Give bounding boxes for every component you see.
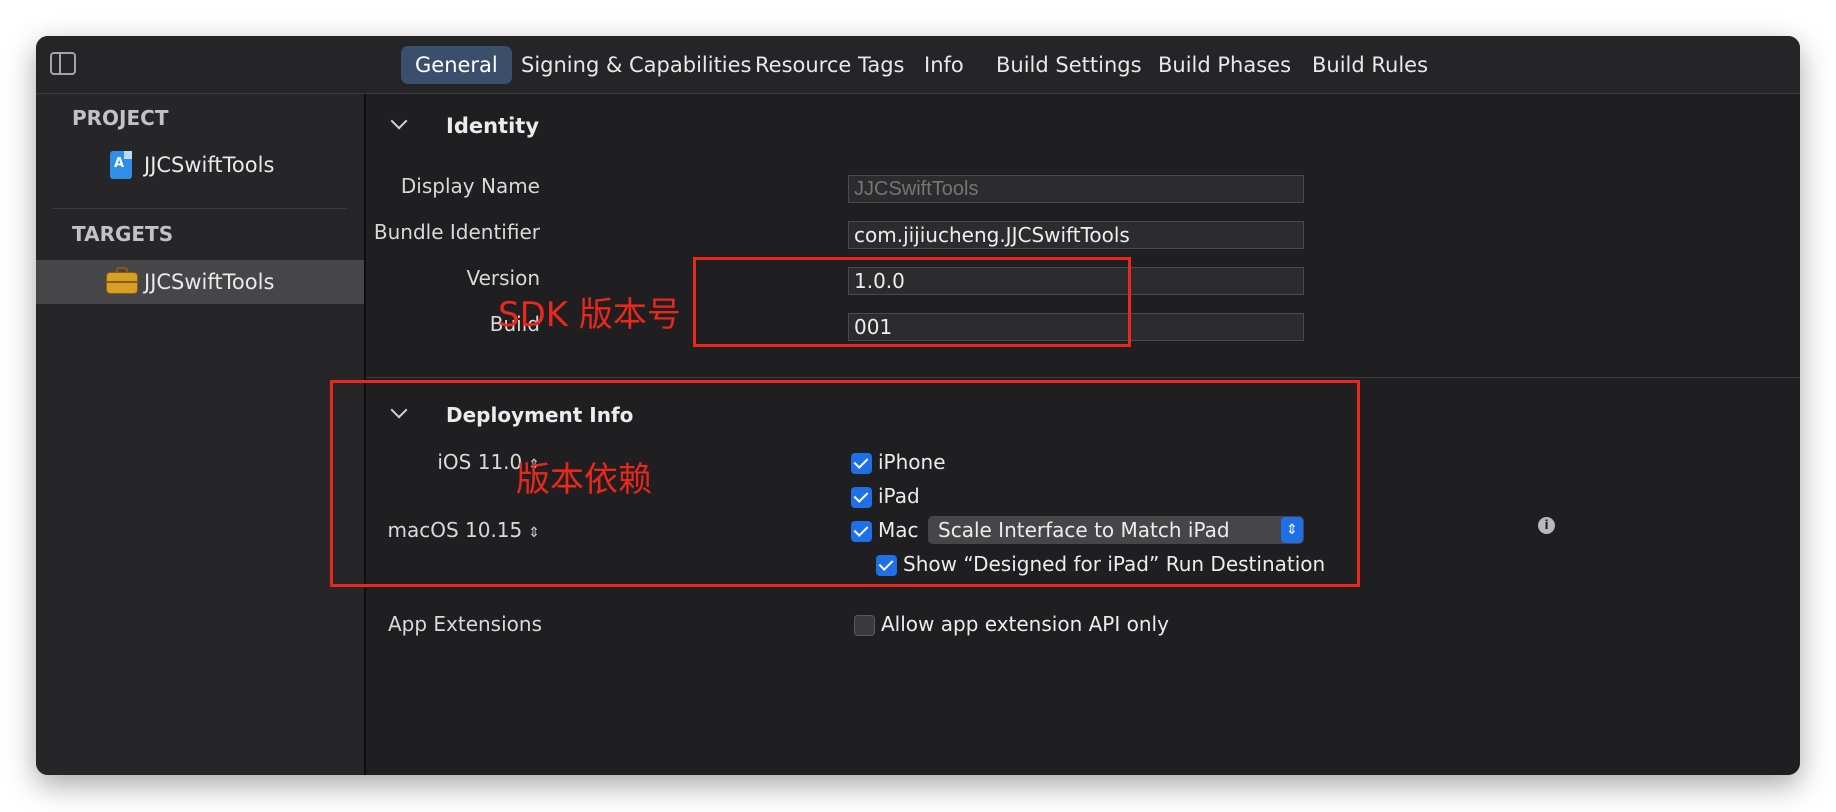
- tab-general[interactable]: General: [401, 46, 512, 84]
- project-header: PROJECT: [72, 106, 169, 130]
- app-extension-api-checkbox[interactable]: [854, 615, 875, 636]
- app-extensions-label: App Extensions: [387, 612, 542, 636]
- sidebar-item-target[interactable]: JJCSwiftTools: [36, 260, 364, 304]
- tab-build-settings[interactable]: Build Settings: [982, 46, 1156, 84]
- sdk-version-annotation: SDK 版本号: [498, 295, 681, 335]
- tab-build-rules[interactable]: Build Rules: [1298, 46, 1442, 84]
- bundle-identifier-field[interactable]: com.jijiucheng.JJCSwiftTools: [848, 221, 1304, 249]
- sidebar-item-project[interactable]: A JJCSwiftTools: [36, 143, 364, 187]
- chevron-down-icon[interactable]: [390, 112, 408, 130]
- editor-toolbar: General Signing & Capabilities Resource …: [36, 36, 1800, 94]
- version-dependency-annotation: 版本依赖: [516, 460, 652, 500]
- info-icon[interactable]: i: [1538, 517, 1555, 534]
- sidebar-item-label: JJCSwiftTools: [144, 153, 275, 177]
- identity-section-title: Identity: [446, 114, 540, 138]
- bundle-identifier-label: Bundle Identifier: [373, 220, 540, 244]
- toolbox-icon: [106, 267, 138, 294]
- editor-tabs: General Signing & Capabilities Resource …: [36, 36, 1800, 93]
- xcode-project-icon: A: [110, 151, 132, 179]
- xcode-window: General Signing & Capabilities Resource …: [36, 36, 1800, 775]
- display-name-field[interactable]: [848, 175, 1304, 203]
- deployment-info-highlight: [330, 380, 1360, 587]
- tab-build-phases[interactable]: Build Phases: [1144, 46, 1305, 84]
- sdk-version-highlight: [693, 257, 1131, 347]
- section-divider: [366, 377, 1800, 378]
- targets-header: TARGETS: [72, 222, 174, 246]
- app-extension-api-label: Allow app extension API only: [881, 612, 1169, 636]
- sidebar-item-label: JJCSwiftTools: [144, 270, 275, 294]
- tab-info[interactable]: Info: [910, 46, 978, 84]
- sidebar-divider: [52, 208, 347, 209]
- tab-signing-capabilities[interactable]: Signing & Capabilities: [507, 46, 766, 84]
- display-name-label: Display Name: [400, 174, 540, 198]
- tab-resource-tags[interactable]: Resource Tags: [741, 46, 918, 84]
- project-sidebar: PROJECT A JJCSwiftTools TARGETS JJCSwift…: [36, 94, 366, 775]
